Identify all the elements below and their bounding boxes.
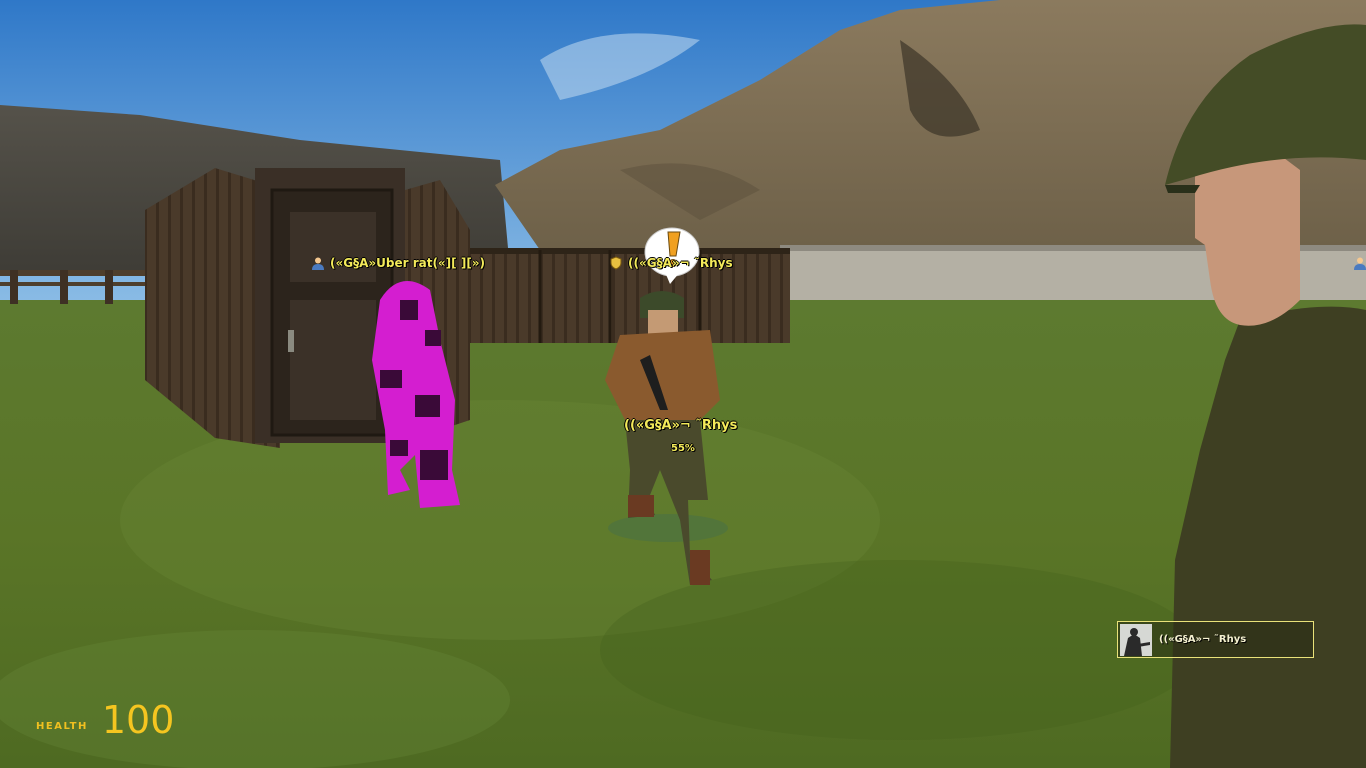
player-nametag-rhys: ((«G§A»¬ ˜Rhys bbox=[609, 256, 733, 270]
health-hud: HEALTH 100 bbox=[36, 700, 174, 740]
target-health-percent: 55% bbox=[671, 443, 695, 454]
user-icon bbox=[312, 257, 324, 270]
player-nametag-label: ((«G§A»¬ ˜Rhys bbox=[628, 256, 733, 270]
shield-icon bbox=[610, 256, 622, 270]
speaker-avatar bbox=[1120, 623, 1152, 656]
player-nametag-uber-rat: («G§A»Uber rat(«][ ][») bbox=[311, 256, 485, 270]
player-nametag-label: («G§A»Uber rat(«][ ][») bbox=[330, 256, 486, 270]
target-name: ((«G§A»¬ ˜Rhys bbox=[624, 418, 738, 433]
user-icon bbox=[1354, 257, 1366, 270]
voice-chat-notification: ((«G§A»¬ ˜Rhys bbox=[1117, 621, 1314, 658]
health-value: 100 bbox=[101, 698, 175, 742]
health-label: HEALTH bbox=[36, 721, 88, 732]
voice-speaker-name: ((«G§A»¬ ˜Rhys bbox=[1159, 634, 1247, 645]
